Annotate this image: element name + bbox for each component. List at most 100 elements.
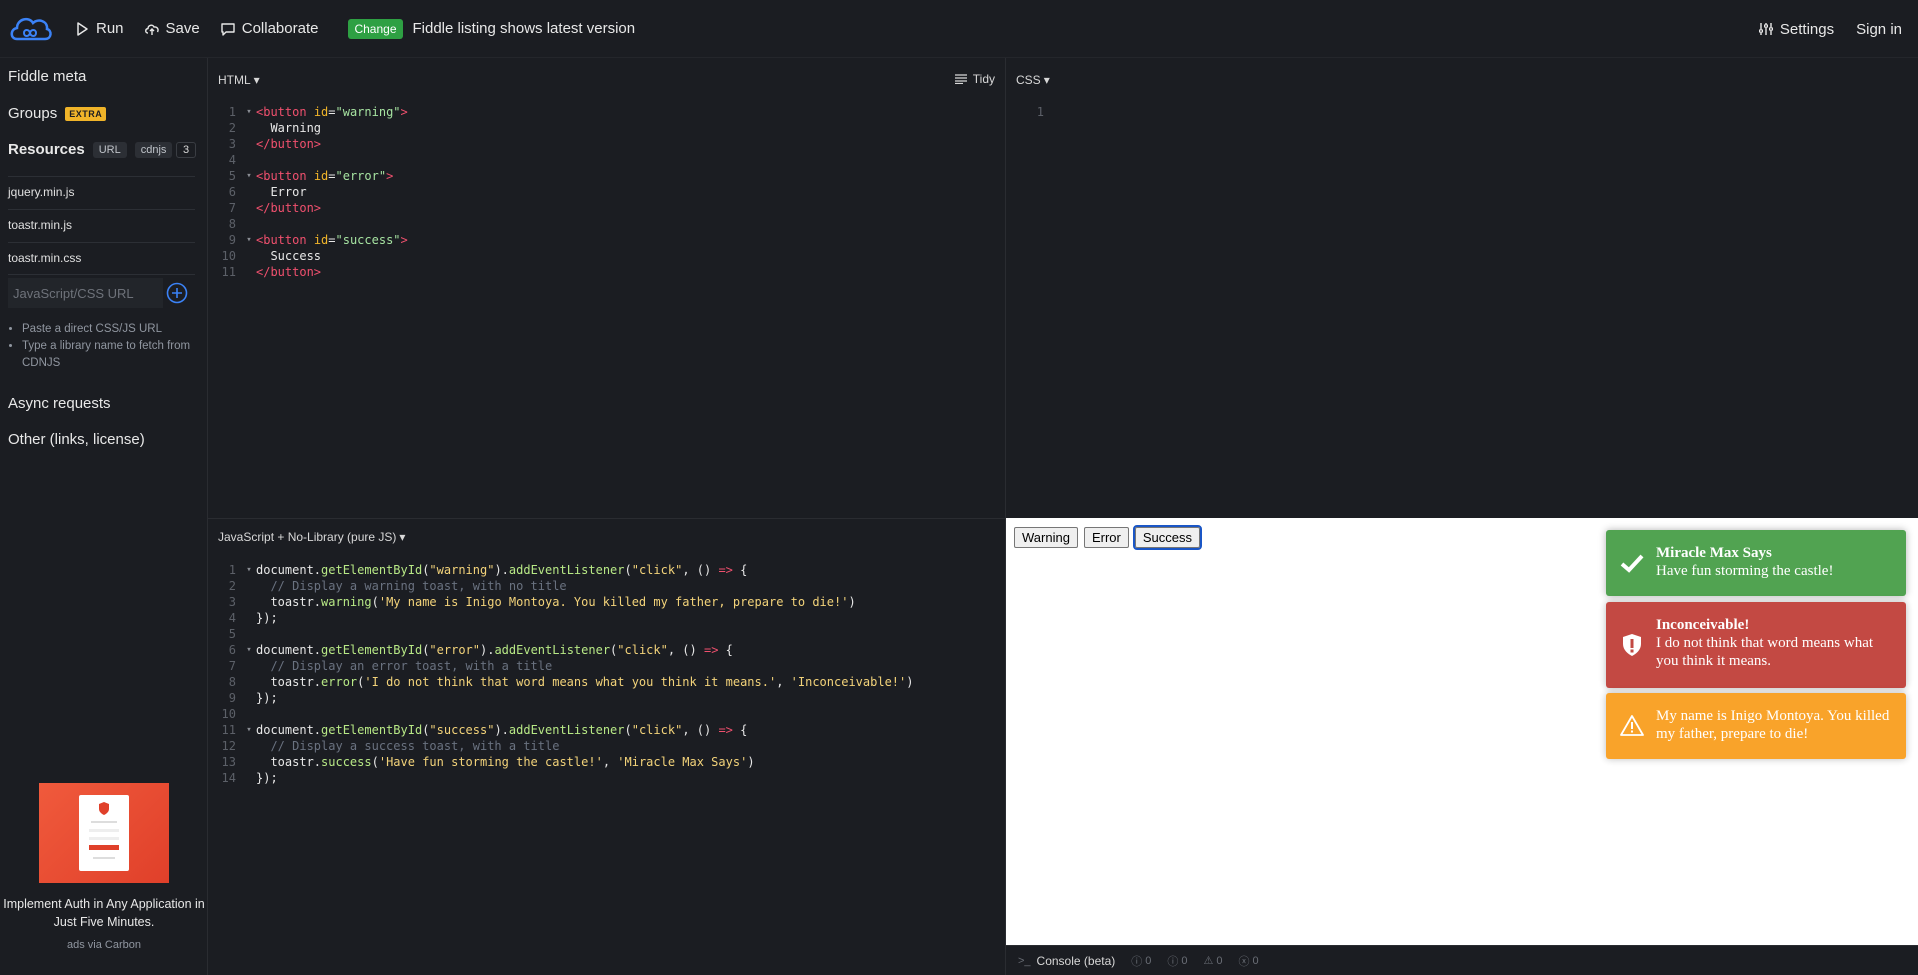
collaborate-button[interactable]: Collaborate	[220, 20, 318, 37]
fold-caret-icon[interactable]: ▾	[242, 232, 256, 248]
chip-cdnjs[interactable]: cdnjs	[134, 141, 173, 158]
code-line[interactable]: 14});	[208, 770, 913, 786]
js-code-editor[interactable]: 1 ▾ document. getElementById("warning"). add…	[208, 562, 914, 786]
code-line[interactable]: 12 // Display a success toast, with a ti…	[208, 738, 913, 754]
code-line[interactable]: 9 ▾ <button id = "success" >	[208, 232, 408, 248]
code-token: =	[328, 233, 336, 247]
resource-file[interactable]: toastr.min.css	[8, 251, 81, 265]
groups-label: Groups	[8, 105, 58, 122]
ad-image[interactable]	[39, 783, 169, 883]
code-token: id	[313, 169, 329, 183]
html-language-dropdown[interactable]: HTML ▾	[218, 73, 260, 87]
line-number: 1	[1036, 105, 1044, 119]
code-line[interactable]: 2 Warning	[208, 120, 408, 136]
save-button[interactable]: Save	[144, 20, 200, 37]
code-token: )	[906, 675, 914, 689]
toast-message: Have fun storming the castle!	[1656, 563, 1834, 579]
carbon-ad[interactable]: Implement Auth in Any Application in Jus…	[0, 783, 208, 951]
css-language-dropdown[interactable]: CSS ▾	[1016, 73, 1050, 87]
code-token: 'Inconceivable!'	[790, 675, 907, 689]
css-code-editor[interactable]: 1	[1016, 104, 1064, 120]
add-resource-button[interactable]	[166, 282, 188, 304]
sidebar: Fiddle meta Groups EXTRA Resources URL c…	[0, 58, 208, 975]
resource-hints: Paste a direct CSS/JS URL Type a library…	[22, 321, 192, 372]
code-line[interactable]: 6 ▾ document. getElementById("error"). addEv…	[208, 642, 913, 658]
code-line[interactable]: 11 ▾ document. getElementById("success"). ad…	[208, 722, 913, 738]
sidebar-item-resources[interactable]: Resources URL cdnjs	[8, 141, 198, 158]
fold-caret-icon[interactable]: ▾	[242, 168, 256, 184]
console-bar[interactable]: >_ Console (beta) ⓘ 0 ⓘ 0 ⚠ 0 ⓧ 0	[1006, 945, 1918, 975]
code-line[interactable]: 1 ▾ document. getElementById("warning"). add…	[208, 562, 913, 578]
toast-success[interactable]: Miracle Max Says Have fun storming the c…	[1606, 530, 1906, 596]
change-notice[interactable]: Fiddle listing shows latest version	[413, 20, 636, 37]
ad-text[interactable]: Implement Auth in Any Application in Jus…	[0, 895, 208, 931]
fold-gutter	[242, 706, 256, 722]
code-token: , ()	[682, 563, 719, 577]
other-label: Other (links, license)	[8, 431, 145, 448]
fiddle-meta-label: Fiddle meta	[8, 68, 87, 85]
sidebar-item-fiddle-meta[interactable]: Fiddle meta	[8, 68, 86, 85]
fold-caret-icon[interactable]: ▾	[242, 104, 256, 120]
settings-button[interactable]: Settings	[1758, 21, 1834, 38]
code-line[interactable]: 11 </button>	[208, 264, 408, 280]
code-line[interactable]: 10	[208, 706, 913, 722]
toast-error[interactable]: Inconceivable! I do not think that word …	[1606, 602, 1906, 688]
html-code-editor[interactable]: 1 ▾ <button id = "warning" >2 Warning 3 </butto…	[208, 104, 408, 280]
code-token: "success"	[335, 233, 401, 247]
code-token: </button>	[256, 201, 322, 215]
code-line[interactable]: 5 ▾ <button id = "error" >	[208, 168, 408, 184]
fold-caret-icon[interactable]: ▾	[242, 722, 256, 738]
code-token: 'Miracle Max Says'	[617, 755, 748, 769]
code-token: (	[422, 723, 430, 737]
code-line[interactable]: 5	[208, 626, 913, 642]
ad-via-link[interactable]: ads via Carbon	[0, 939, 208, 951]
code-token: id	[313, 105, 329, 119]
fold-caret-icon[interactable]: ▾	[242, 642, 256, 658]
code-line[interactable]: 2 // Display a warning toast, with no ti…	[208, 578, 913, 594]
success-button[interactable]: Success	[1132, 525, 1202, 550]
tidy-button[interactable]: Tidy	[954, 72, 995, 86]
code-line[interactable]: 13 toastr. success('Have fun storming the…	[208, 754, 913, 770]
fold-caret-icon[interactable]: ▾	[242, 562, 256, 578]
code-line[interactable]: 3 toastr. warning('My name is Inigo Monto…	[208, 594, 913, 610]
resource-url-input[interactable]	[8, 278, 163, 308]
code-line[interactable]: 7 </button>	[208, 200, 408, 216]
line-number: 2	[228, 121, 236, 135]
chip-url[interactable]: URL	[92, 141, 127, 158]
code-token: </button>	[256, 137, 322, 151]
code-line[interactable]: 1 ▾ <button id = "warning" >	[208, 104, 408, 120]
toast-title: Inconceivable!	[1656, 617, 1750, 633]
code-line[interactable]: 7 // Display an error toast, with a titl…	[208, 658, 913, 674]
toast-warning[interactable]: My name is Inigo Montoya. You killed my …	[1606, 693, 1906, 759]
code-line[interactable]: 8 toastr. error('I do not think that word…	[208, 674, 914, 690]
code-line[interactable]: 4});	[208, 610, 913, 626]
code-line[interactable]: 9});	[208, 690, 913, 706]
jsfiddle-logo-icon[interactable]	[6, 11, 54, 47]
sidebar-item-async-requests[interactable]: Async requests	[8, 395, 111, 412]
line-number: 10	[221, 707, 236, 721]
code-line[interactable]: 10 Success	[208, 248, 408, 264]
line-number: 8	[228, 217, 236, 231]
resource-file[interactable]: jquery.min.js	[8, 185, 74, 199]
code-line[interactable]: 4	[208, 152, 408, 168]
code-token: // Display a warning toast, with no titl…	[256, 579, 567, 593]
code-token: >	[400, 105, 408, 119]
resource-file[interactable]: toastr.min.js	[8, 218, 72, 232]
code-line[interactable]: 1	[1016, 104, 1064, 120]
sign-in-link[interactable]: Sign in	[1856, 21, 1902, 38]
sidebar-item-other[interactable]: Other (links, license)	[8, 431, 145, 448]
fold-gutter	[242, 216, 256, 232]
fold-gutter	[242, 594, 256, 610]
code-line[interactable]: 8	[208, 216, 408, 232]
sidebar-item-groups[interactable]: Groups EXTRA	[8, 105, 107, 122]
fold-gutter	[242, 770, 256, 786]
code-line[interactable]: 6 Error	[208, 184, 408, 200]
js-language-dropdown[interactable]: JavaScript + No-Library (pure JS) ▾	[218, 530, 405, 544]
warning-button[interactable]: Warning	[1014, 527, 1078, 548]
code-token: {	[718, 643, 733, 657]
error-button[interactable]: Error	[1083, 527, 1129, 548]
code-line[interactable]: 3 </button>	[208, 136, 408, 152]
code-token: (	[624, 723, 632, 737]
run-button[interactable]: Run	[74, 20, 124, 37]
line-number: 11	[221, 265, 236, 279]
